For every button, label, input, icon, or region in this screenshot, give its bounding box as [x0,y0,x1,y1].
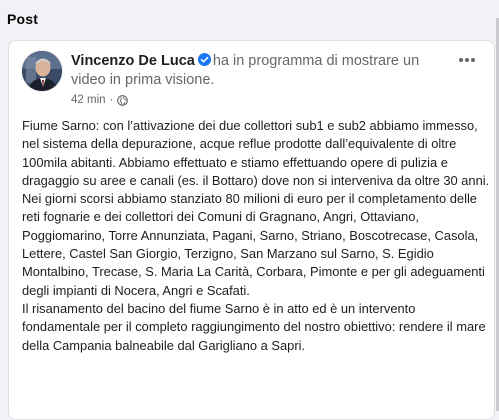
post-paragraph: Fiume Sarno: con l’attivazione dei due c… [22,118,490,188]
more-options-icon [459,58,475,62]
post-body: Fiume Sarno: con l’attivazione dei due c… [22,117,490,355]
author-name-link[interactable]: Vincenzo De Luca [71,53,195,69]
post-paragraph: Il risanamento del bacino del fiume Sarn… [22,300,486,353]
verified-badge-icon [197,53,211,66]
section-header: Post [0,0,499,36]
globe-icon[interactable] [117,94,129,106]
meta-separator: · [109,94,114,106]
section-title: Post [7,11,39,27]
post-header-text: Vincenzo De Luca ha in programma di most… [71,52,431,90]
post-card: Vincenzo De Luca ha in programma di most… [8,40,495,420]
post-timestamp-link[interactable]: 42 min [71,94,106,106]
post-meta: 42 min · [71,94,129,106]
post-paragraph: Nei giorni scorsi abbiamo stanziato 80 m… [22,191,485,298]
avatar-portrait-icon [22,51,62,91]
more-options-button[interactable] [455,51,479,69]
avatar[interactable] [22,51,62,91]
